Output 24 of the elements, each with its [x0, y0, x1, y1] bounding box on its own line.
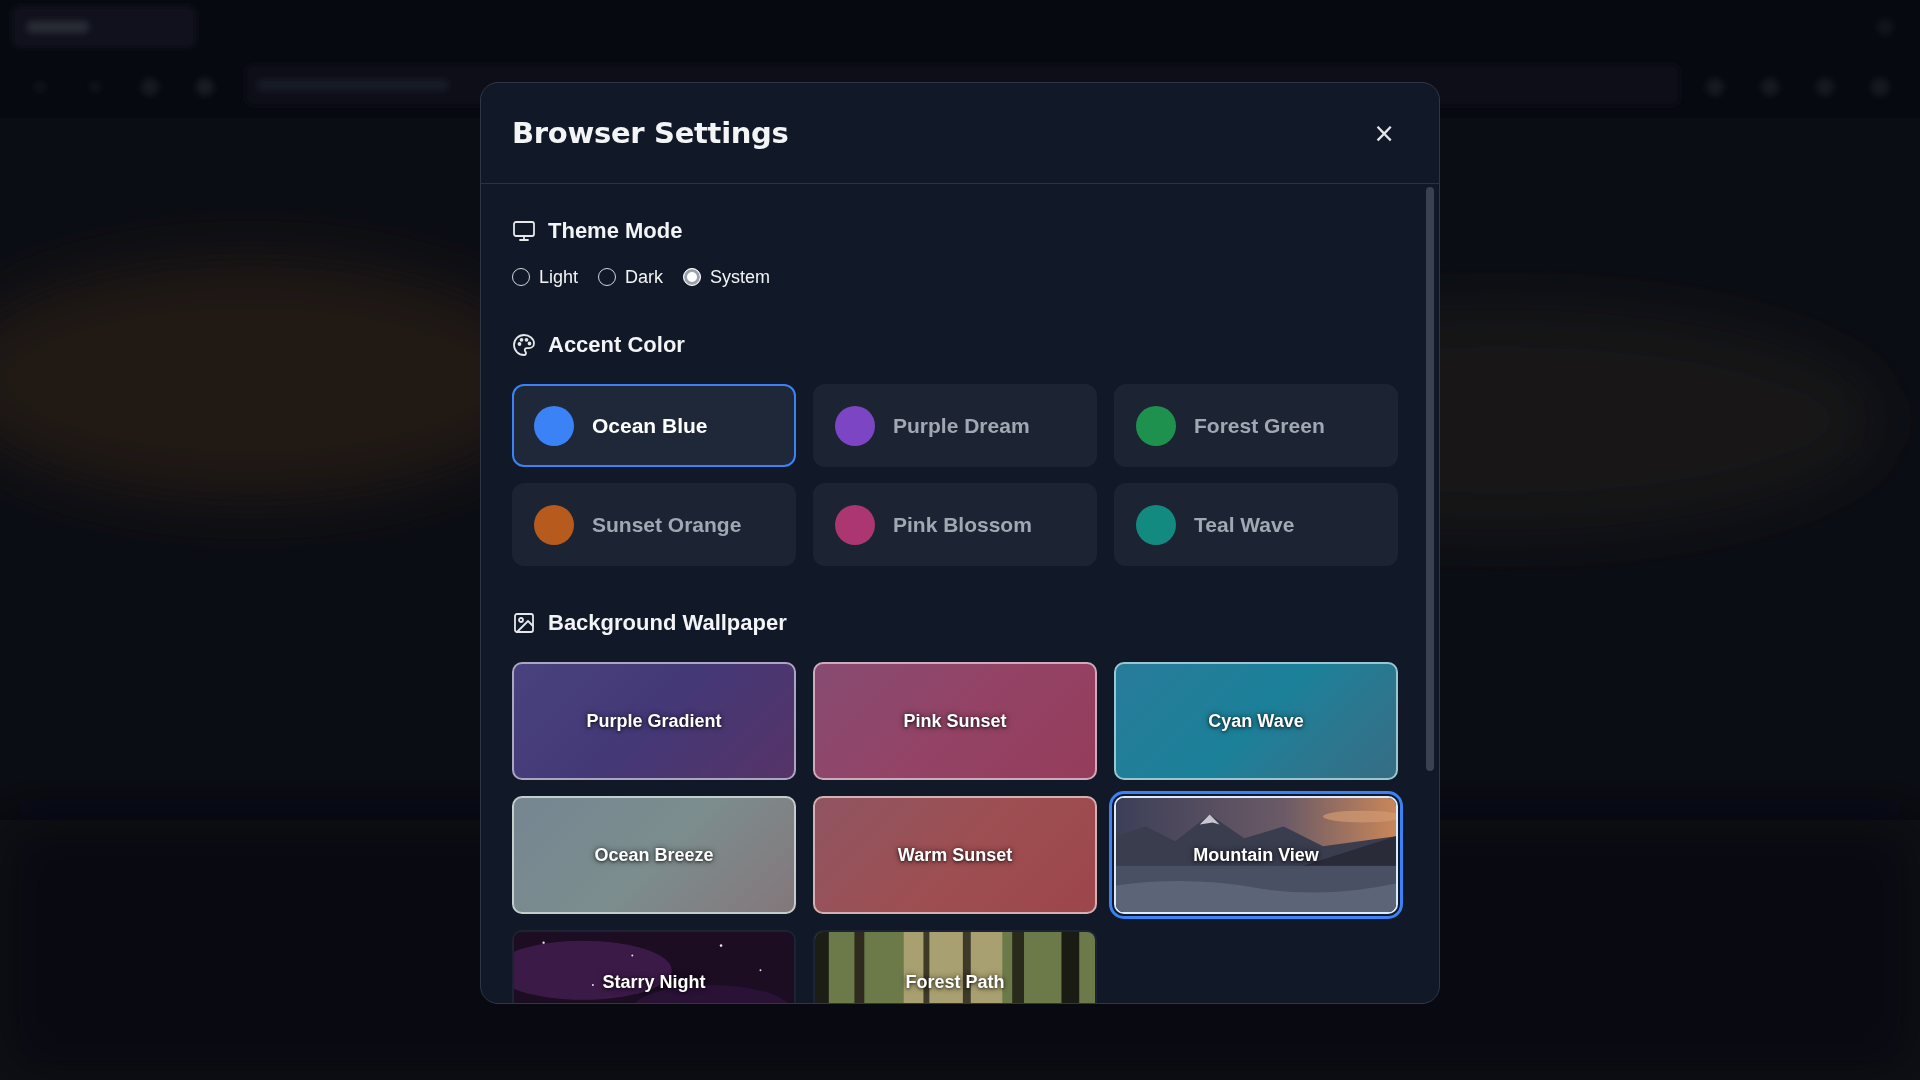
wallpaper-option[interactable]: Warm Sunset: [813, 796, 1097, 914]
accent-option[interactable]: Pink Blossom: [813, 483, 1097, 566]
theme-option[interactable]: System: [683, 266, 771, 288]
monitor-icon: [512, 219, 536, 243]
close-button[interactable]: ×: [1369, 120, 1399, 146]
wallpaper-option[interactable]: Purple Gradient: [512, 662, 796, 780]
accent-option[interactable]: Forest Green: [1114, 384, 1398, 467]
palette-icon: [512, 333, 536, 357]
section-heading: Accent Color: [548, 332, 685, 358]
section-heading: Background Wallpaper: [548, 610, 787, 636]
accent-option[interactable]: Teal Wave: [1114, 483, 1398, 566]
accent-option[interactable]: Ocean Blue: [512, 384, 796, 467]
dialog-title: Browser Settings: [512, 116, 789, 150]
theme-option[interactable]: Dark: [598, 266, 664, 288]
theme-option[interactable]: Light: [512, 266, 579, 288]
image-icon: [512, 611, 536, 635]
section-heading: Theme Mode: [548, 218, 683, 244]
wallpaper-option[interactable]: Ocean Breeze: [512, 796, 796, 914]
wallpaper-option[interactable]: Starry Night: [512, 930, 796, 1003]
accent-option[interactable]: Sunset Orange: [512, 483, 796, 566]
scrollbar[interactable]: [1426, 187, 1434, 771]
accent-option[interactable]: Purple Dream: [813, 384, 1097, 467]
wallpaper-option[interactable]: Pink Sunset: [813, 662, 1097, 780]
wallpaper-option[interactable]: Cyan Wave: [1114, 662, 1398, 780]
